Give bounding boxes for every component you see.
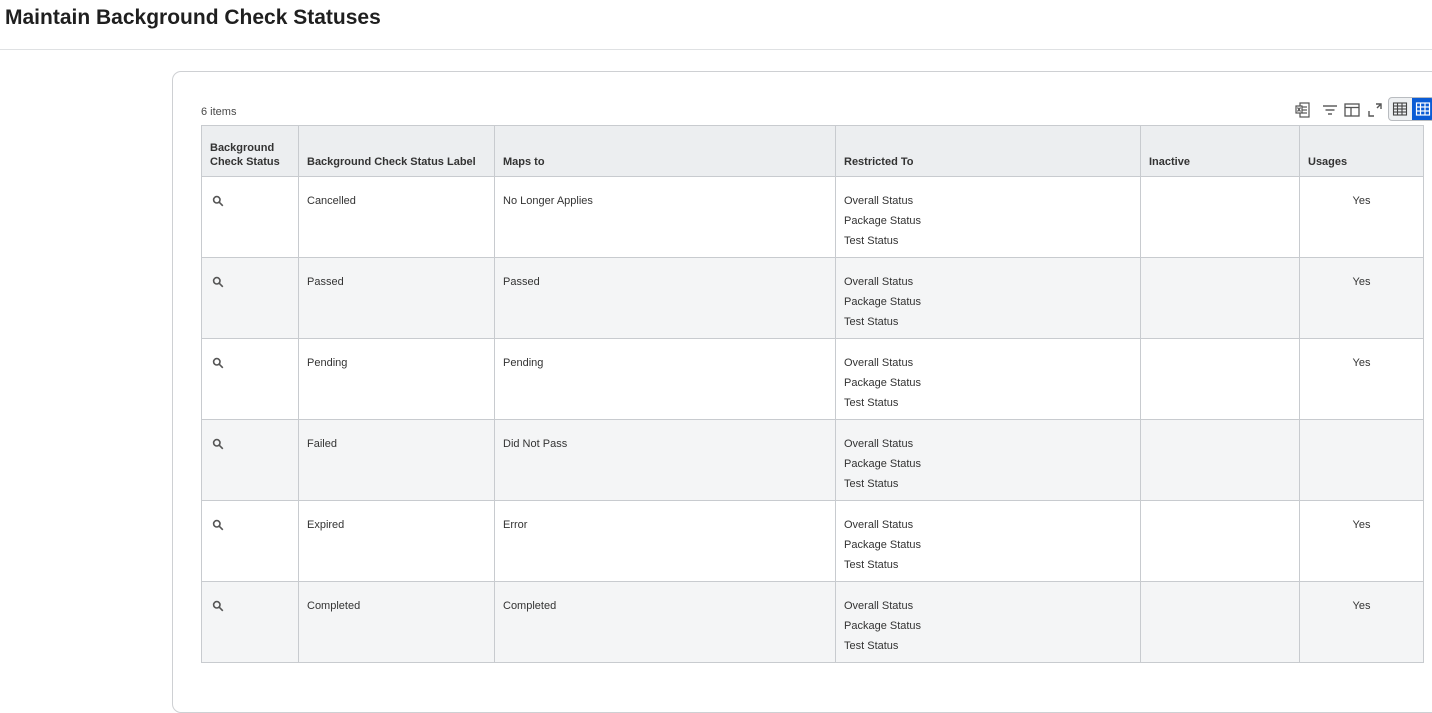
usages-cell: Yes xyxy=(1299,581,1424,663)
search-icon[interactable] xyxy=(212,518,224,531)
header-divider xyxy=(0,49,1432,50)
restricted-to-cell: Overall Status Package Status Test Status xyxy=(835,176,1141,258)
item-count: 6 items xyxy=(201,106,237,118)
status-label-cell: Cancelled xyxy=(298,176,495,258)
export-to-excel-icon[interactable] xyxy=(1293,100,1313,120)
search-icon[interactable] xyxy=(212,599,224,612)
filter-icon[interactable] xyxy=(1320,100,1340,120)
maps-to-cell: Passed xyxy=(494,257,836,339)
restricted-to-item: Overall Status xyxy=(844,195,914,207)
status-label-cell: Failed xyxy=(298,419,495,501)
table-row: Pending Pending Overall Status Package Stat… xyxy=(201,338,1424,420)
restricted-to-item: Test Status xyxy=(844,235,899,247)
search-icon[interactable] xyxy=(212,275,224,288)
inactive-cell xyxy=(1140,257,1300,339)
table-row: Passed Passed Overall Status Package Status… xyxy=(201,257,1424,339)
restricted-to-item: Package Status xyxy=(844,296,922,308)
inactive-cell xyxy=(1140,419,1300,501)
restricted-to-item: Test Status xyxy=(844,559,899,571)
restricted-to-item: Test Status xyxy=(844,478,899,490)
restricted-to-cell: Overall Status Package Status Test Status xyxy=(835,257,1141,339)
row-search-cell xyxy=(201,338,299,420)
column-header-inactive[interactable]: Inactive xyxy=(1140,125,1300,177)
restricted-to-item: Overall Status xyxy=(844,438,914,450)
maps-to-cell: No Longer Applies xyxy=(494,176,836,258)
maps-to-cell: Error xyxy=(494,500,836,582)
table-header-row: Background Check Status Background Check … xyxy=(201,125,1424,177)
inactive-cell xyxy=(1140,338,1300,420)
usages-cell: Yes xyxy=(1299,500,1424,582)
row-search-cell xyxy=(201,419,299,501)
restricted-to-item: Overall Status xyxy=(844,600,914,612)
usages-cell: Yes xyxy=(1299,257,1424,339)
restricted-to-item: Package Status xyxy=(844,458,922,470)
restricted-to-item: Package Status xyxy=(844,620,922,632)
row-search-cell xyxy=(201,257,299,339)
restricted-to-item: Test Status xyxy=(844,316,899,328)
usages-cell: Yes xyxy=(1299,338,1424,420)
maps-to-cell: Did Not Pass xyxy=(494,419,836,501)
restricted-to-item: Test Status xyxy=(844,640,899,652)
fullscreen-icon[interactable] xyxy=(1365,100,1385,120)
restricted-to-cell: Overall Status Package Status Test Status xyxy=(835,419,1141,501)
usages-cell: Yes xyxy=(1299,176,1424,258)
row-search-cell xyxy=(201,581,299,663)
restricted-to-cell: Overall Status Package Status Test Status xyxy=(835,581,1141,663)
status-label-cell: Passed xyxy=(298,257,495,339)
status-label-cell: Expired xyxy=(298,500,495,582)
restricted-to-cell: Overall Status Package Status Test Status xyxy=(835,500,1141,582)
status-label-cell: Completed xyxy=(298,581,495,663)
column-header-maps-to[interactable]: Maps to xyxy=(494,125,836,177)
table-view-icon[interactable] xyxy=(1389,98,1411,120)
column-header-background-check-status[interactable]: Background Check Status xyxy=(201,125,299,177)
column-header-status-label[interactable]: Background Check Status Label xyxy=(298,125,495,177)
maps-to-cell: Completed xyxy=(494,581,836,663)
restricted-to-item: Overall Status xyxy=(844,276,914,288)
table-row: Completed Completed Overall Status Package … xyxy=(201,581,1424,663)
search-icon[interactable] xyxy=(212,437,224,450)
inactive-cell xyxy=(1140,176,1300,258)
table-row: Failed Did Not Pass Overall Status Package … xyxy=(201,419,1424,501)
column-header-restricted-to[interactable]: Restricted To xyxy=(835,125,1141,177)
row-search-cell xyxy=(201,176,299,258)
usages-cell xyxy=(1299,419,1424,501)
background-check-status-table: Background Check Status Background Check … xyxy=(201,125,1424,663)
search-icon[interactable] xyxy=(212,356,224,369)
restricted-to-item: Package Status xyxy=(844,215,922,227)
restricted-to-item: Package Status xyxy=(844,377,922,389)
inactive-cell xyxy=(1140,581,1300,663)
row-search-cell xyxy=(201,500,299,582)
column-header-usages[interactable]: Usages xyxy=(1299,125,1424,177)
restricted-to-item: Test Status xyxy=(844,397,899,409)
restricted-to-cell: Overall Status Package Status Test Status xyxy=(835,338,1141,420)
table-row: Cancelled No Longer Applies Overall Status… xyxy=(201,176,1424,258)
column-layout-icon[interactable] xyxy=(1342,100,1362,120)
search-icon[interactable] xyxy=(212,194,224,207)
maps-to-cell: Pending xyxy=(494,338,836,420)
restricted-to-item: Overall Status xyxy=(844,357,914,369)
grid-view-icon[interactable] xyxy=(1412,98,1432,120)
restricted-to-item: Overall Status xyxy=(844,519,914,531)
restricted-to-item: Package Status xyxy=(844,539,922,551)
inactive-cell xyxy=(1140,500,1300,582)
table-row: Expired Error Overall Status Package Status… xyxy=(201,500,1424,582)
status-label-cell: Pending xyxy=(298,338,495,420)
page-title: Maintain Background Check Statuses xyxy=(5,6,381,29)
view-toggle xyxy=(1388,97,1432,121)
